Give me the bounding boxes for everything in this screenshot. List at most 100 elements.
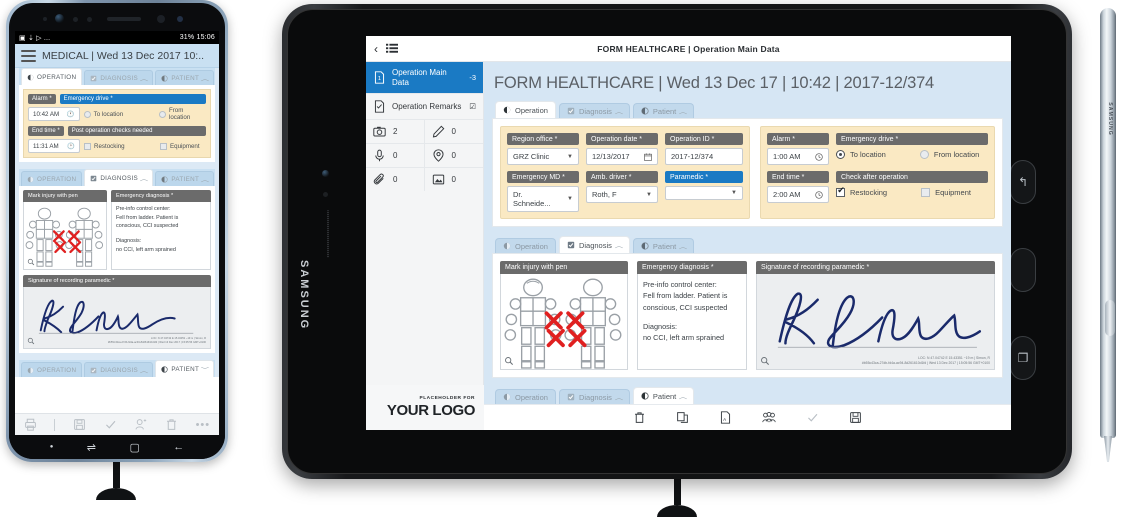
counter-microphone[interactable]: 0 [366,144,425,169]
chevron-down-icon[interactable]: ▼ [567,154,573,160]
phone-tab-diagnosis[interactable]: DIAGNOSIS ︿ [84,70,154,85]
people-icon[interactable] [762,411,776,424]
pdf-icon[interactable]: A [719,411,732,424]
phone-tab3-operation[interactable]: OPERATION [21,362,83,377]
radio-to-location[interactable] [83,110,91,118]
chevron-up-icon[interactable]: ︿ [679,242,687,251]
option-restocking[interactable]: Restocking [836,186,887,199]
alarm-time-input[interactable]: 1:00 AM [767,148,829,165]
tab-patient[interactable]: Patient ︿ [632,103,695,118]
radio-from-location[interactable] [919,150,929,159]
stylus-button[interactable] [1105,300,1115,336]
phone-tab2-diagnosis[interactable]: DIAGNOSIS ︿ [84,169,154,186]
tablet-home-button[interactable] [1010,248,1036,292]
phone-emergency-diagnosis-text[interactable]: Pre-info control center: Fell from ladde… [111,202,211,270]
print-icon[interactable] [24,418,37,431]
chevron-up-icon[interactable]: ︿ [201,74,210,83]
save-icon[interactable] [849,411,862,424]
recents-icon[interactable]: ▢ [129,441,139,454]
tablet-back-button[interactable]: ↰ [1010,160,1036,204]
overflow-icon[interactable]: ••• [196,419,211,431]
emergency-md-select[interactable]: Dr. Schneide... ▼ [507,186,579,212]
phone-tab-operation[interactable]: OPERATION [21,68,83,85]
phone-tab2-patient[interactable]: PATIENT ︿ [155,171,215,186]
phone-signature-canvas[interactable]: LOC: N 47.04742 E 15.43351 ~19 m | Simon… [23,287,211,349]
check-icon[interactable] [806,411,819,424]
back-icon[interactable]: ← [173,441,184,453]
amb-driver-select[interactable]: Roth, F ▼ [586,186,658,203]
operation-date-input[interactable]: 12/13/2017 [586,148,658,165]
chevron-up-icon[interactable]: ︿ [615,107,623,116]
radio-from-location[interactable] [158,110,166,118]
phone-tab-patient[interactable]: PATIENT ︿ [155,70,215,85]
tab2-operation[interactable]: Operation [495,238,556,253]
phone-option-equipment[interactable]: Equipment [160,142,200,150]
magnify-icon[interactable] [27,258,35,266]
phone-tab3-patient[interactable]: PATIENT ﹀ [155,360,215,377]
checkbox-equipment[interactable] [160,142,167,150]
chevron-up-icon[interactable]: ︿ [615,241,623,250]
copy-icon[interactable] [676,411,689,424]
tab2-diagnosis[interactable]: Diagnosis ︿ [558,236,630,253]
phone-alarm-time-input[interactable]: 10:42 AM 🕐 [28,107,80,121]
phone-option-from-location[interactable]: From location [158,107,206,121]
magnify-icon[interactable] [27,337,35,345]
phone-mark-injury-canvas[interactable] [23,202,107,270]
chevron-up-icon[interactable]: ︿ [140,174,149,183]
chevron-up-icon[interactable]: ︿ [140,74,149,83]
counter-camera[interactable]: 2 [366,120,425,145]
tab-operation[interactable]: Operation [495,101,556,118]
calendar-icon[interactable] [644,152,652,161]
sidebar-item-operation-remarks[interactable]: Operation Remarks ☑ [366,94,483,121]
chevron-down-icon[interactable]: ▼ [646,192,652,198]
phone-end-time-input[interactable]: 11:31 AM 🕐 [28,139,80,153]
option-from-location[interactable]: From location [919,148,979,161]
emergency-diagnosis-textarea[interactable]: Pre-info control center: Fell from ladde… [637,274,747,370]
operation-id-input[interactable]: 2017-12/374 [665,148,743,165]
phone-tab3-diagnosis[interactable]: DIAGNOSIS ︿ [84,362,154,377]
option-to-location[interactable]: To location [836,148,886,161]
tab3-diagnosis[interactable]: Diagnosis ︿ [558,389,630,404]
chevron-up-icon[interactable]: ︿ [679,392,687,401]
chevron-up-icon[interactable]: ︿ [201,175,210,184]
tab2-patient[interactable]: Patient ︿ [632,238,695,253]
phone-tab2-operation[interactable]: OPERATION [21,171,83,186]
hamburger-icon[interactable] [21,49,36,62]
magnify-icon[interactable] [504,356,514,366]
tablet-recents-button[interactable]: ❐ [1010,336,1036,380]
trash-icon[interactable] [633,411,646,424]
checkbox-restocking[interactable] [836,186,845,197]
counter-attachment[interactable]: 0 [366,168,425,192]
counter-image[interactable]: 0 [425,168,484,191]
counter-pencil[interactable]: 0 [424,120,483,145]
counter-location[interactable]: 0 [424,144,483,169]
magnify-icon[interactable] [760,356,770,366]
save-icon[interactable] [73,418,86,431]
checkbox-restocking[interactable] [84,142,91,150]
trash-icon[interactable] [165,418,178,431]
option-equipment[interactable]: Equipment [921,186,971,199]
radio-to-location[interactable] [836,150,845,159]
chevron-up-icon[interactable]: ︿ [679,107,687,116]
clock-icon[interactable] [815,152,823,161]
clock-icon[interactable] [815,190,823,199]
sidebar-item-operation-main-data[interactable]: 1 Operation Main Data -3 [366,62,483,95]
tab-diagnosis[interactable]: Diagnosis ︿ [558,103,630,118]
phone-option-to-location[interactable]: To location [83,110,155,118]
mark-injury-canvas[interactable] [500,274,628,370]
tab3-patient[interactable]: Patient ︿ [632,387,695,404]
person-icon[interactable] [134,418,147,431]
chevron-down-icon[interactable]: ﹀ [201,365,210,374]
checkbox-equipment[interactable] [921,188,931,197]
switch-icon[interactable]: ⇌ [87,441,96,454]
signature-canvas[interactable]: LOC: N 47.04742 E 15.43351 ~19 m | Simon… [756,274,995,370]
tab3-operation[interactable]: Operation [495,389,556,404]
chevron-up-icon[interactable]: ︿ [615,393,623,402]
end-time-input[interactable]: 2:00 AM [767,186,829,203]
clock-icon[interactable]: 🕐 [67,142,75,150]
check-icon[interactable] [104,418,117,431]
phone-option-restocking[interactable]: Restocking [84,142,156,150]
region-office-select[interactable]: GRZ Clinic ▼ [507,148,579,165]
paramedic-select[interactable]: ▼ [665,186,743,200]
chevron-down-icon[interactable]: ▼ [567,196,573,202]
